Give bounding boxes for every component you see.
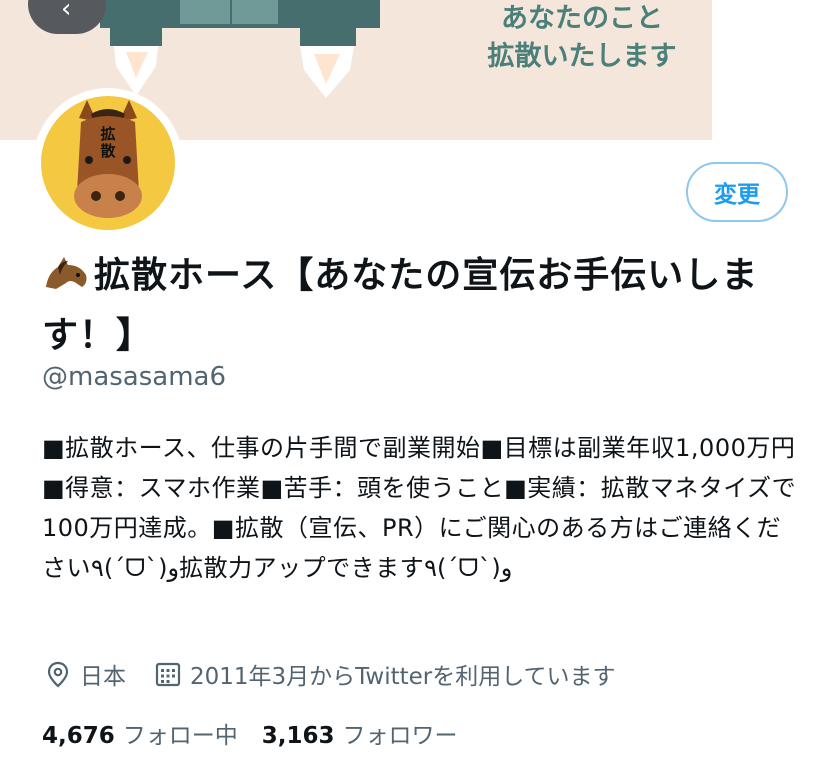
- banner-white-area: [712, 0, 828, 140]
- followers-label: フォロワー: [342, 723, 458, 749]
- followers-link[interactable]: 3,163 フォロワー: [262, 716, 458, 750]
- joined-text: 2011年3月からTwitterを利用しています: [190, 664, 616, 690]
- profile-handle: @masasama6: [42, 362, 227, 392]
- horse-avatar-image: 拡散: [41, 96, 175, 230]
- chevron-left-icon: ‹: [61, 0, 72, 24]
- horse-avatar-icon: [74, 100, 142, 218]
- following-count: 4,676: [42, 723, 115, 749]
- location-text: 日本: [80, 664, 126, 690]
- calendar-icon: [155, 662, 181, 687]
- edit-profile-button[interactable]: 変更: [686, 162, 788, 222]
- followers-count: 3,163: [261, 723, 335, 749]
- banner-line-2: 拡散いたします: [487, 41, 677, 72]
- profile-meta: 日本 2011年3月からTwitterを利用しています: [44, 656, 616, 692]
- banner-text: あなたのこと 拡散いたします: [452, 0, 712, 76]
- banner-line-1: あなたのこと: [501, 3, 663, 34]
- profile-name: 拡散ホース【あなたの宣伝お手伝いします！】: [42, 246, 802, 366]
- profile-bio: ■拡散ホース、仕事の片手間で副業開始■目標は副業年収1,000万円■得意：スマホ…: [42, 434, 797, 582]
- avatar-text: 拡散: [100, 125, 116, 160]
- avatar[interactable]: 拡散: [33, 88, 183, 238]
- profile-name-text: 拡散ホース【あなたの宣伝お手伝いします！】: [42, 255, 759, 356]
- following-label: フォロー中: [122, 723, 238, 749]
- location-pin-icon: [47, 661, 69, 688]
- horse-icon: [46, 257, 87, 289]
- follow-stats: 4,676 フォロー中 3,163 フォロワー: [42, 716, 458, 750]
- following-link[interactable]: 4,676 フォロー中: [42, 716, 238, 750]
